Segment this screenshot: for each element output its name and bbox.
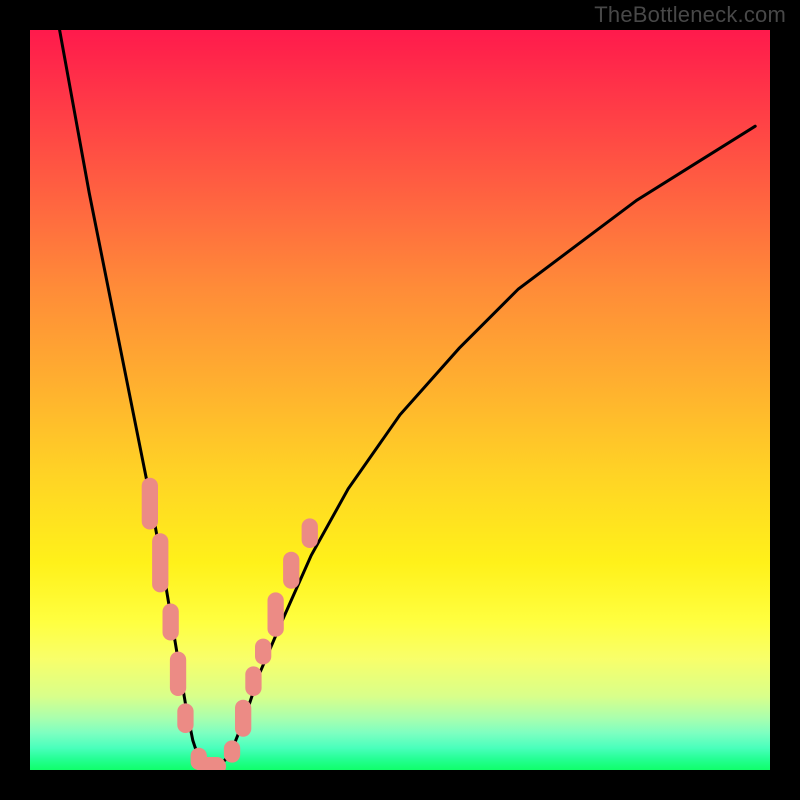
curve-marker [302,518,318,548]
curve-marker [224,740,240,762]
watermark-text: TheBottleneck.com [594,2,786,28]
curve-marker [177,703,193,733]
marker-group [142,478,318,770]
curve-marker [170,652,186,696]
curve-marker [268,592,284,636]
chart-frame: TheBottleneck.com [0,0,800,800]
curve-marker [235,700,251,737]
curve-marker [197,757,227,770]
bottleneck-curve [60,30,756,770]
curve-marker [255,639,271,665]
curve-marker [152,533,168,592]
curve-marker [245,666,261,696]
plot-area [30,30,770,770]
curve-marker [142,478,158,530]
curve-layer [30,30,770,770]
curve-marker [283,552,299,589]
curve-marker [163,604,179,641]
